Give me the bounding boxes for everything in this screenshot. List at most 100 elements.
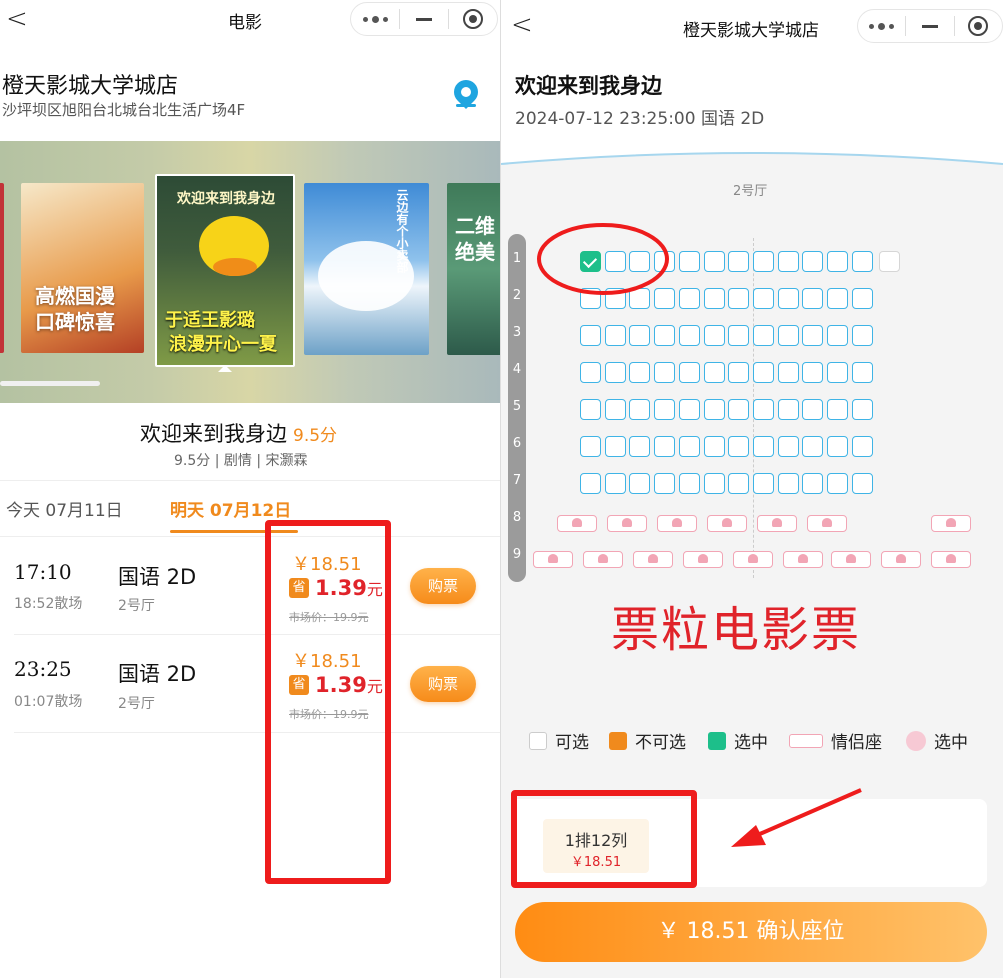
seat[interactable] (827, 436, 848, 457)
seat[interactable] (802, 362, 824, 383)
tab-today[interactable]: 今天 07月11日 (6, 496, 123, 521)
seat[interactable] (728, 473, 750, 494)
seat[interactable] (802, 473, 824, 494)
seat[interactable] (728, 325, 750, 346)
love-seat[interactable] (757, 515, 797, 532)
seat[interactable] (752, 399, 774, 420)
back-button[interactable]: < (6, 4, 28, 34)
seat[interactable] (604, 325, 626, 346)
seat[interactable] (654, 436, 676, 457)
seat[interactable] (678, 362, 700, 383)
love-seat[interactable] (881, 551, 921, 568)
seat[interactable] (752, 251, 774, 272)
seat[interactable] (851, 436, 873, 457)
seat[interactable] (678, 325, 700, 346)
seat[interactable] (777, 436, 799, 457)
seat[interactable] (827, 399, 848, 420)
seat[interactable] (703, 399, 725, 420)
seat[interactable] (851, 325, 873, 346)
love-seat[interactable] (931, 515, 971, 532)
seat[interactable] (604, 399, 626, 420)
seat[interactable] (851, 473, 873, 494)
seat[interactable] (777, 288, 799, 309)
seat[interactable] (777, 325, 799, 346)
movie-poster-carousel[interactable]: 高燃国漫 口碑惊喜 欢迎来到我身边 于适王影璐 浪漫开心一夏 云边有个小卖部 二… (0, 141, 500, 403)
seat[interactable] (629, 399, 651, 420)
seat[interactable] (802, 399, 824, 420)
seat[interactable] (851, 362, 873, 383)
love-seat[interactable] (533, 551, 573, 568)
seat[interactable] (827, 251, 848, 272)
seat[interactable] (802, 288, 824, 309)
seat[interactable] (827, 362, 848, 383)
seat[interactable] (752, 436, 774, 457)
seat[interactable] (654, 325, 676, 346)
poster-movie-4[interactable]: 二维 绝美 (447, 183, 500, 355)
seat[interactable] (879, 251, 901, 272)
seat[interactable] (604, 362, 626, 383)
seat[interactable] (777, 251, 799, 272)
seat[interactable] (580, 362, 601, 383)
poster-partial-left[interactable] (0, 183, 4, 353)
love-seat[interactable] (707, 515, 747, 532)
seat[interactable] (629, 436, 651, 457)
seat[interactable] (802, 436, 824, 457)
seat[interactable] (703, 362, 725, 383)
seat[interactable] (827, 325, 848, 346)
seat[interactable] (703, 436, 725, 457)
seat[interactable] (678, 436, 700, 457)
seat[interactable] (703, 251, 725, 272)
love-seat[interactable] (783, 551, 823, 568)
seat[interactable] (752, 362, 774, 383)
love-seat[interactable] (657, 515, 697, 532)
love-seat[interactable] (831, 551, 871, 568)
love-seat[interactable] (607, 515, 647, 532)
poster-movie-selected[interactable]: 欢迎来到我身边 于适王影璐 浪漫开心一夏 (155, 174, 295, 367)
poster-movie-3[interactable]: 云边有个小卖部 (304, 183, 429, 355)
seat[interactable] (802, 251, 824, 272)
seat[interactable] (728, 251, 750, 272)
love-seat[interactable] (931, 551, 971, 568)
tab-tomorrow[interactable]: 明天 07月12日 (170, 496, 291, 521)
seat[interactable] (678, 399, 700, 420)
poster-movie-1[interactable]: 高燃国漫 口碑惊喜 (21, 183, 144, 353)
seat[interactable] (580, 436, 601, 457)
love-seat[interactable] (733, 551, 773, 568)
minimize-icon[interactable] (400, 10, 448, 28)
love-seat[interactable] (583, 551, 623, 568)
seat[interactable] (777, 473, 799, 494)
seat[interactable] (629, 325, 651, 346)
seat[interactable] (580, 399, 601, 420)
seat[interactable] (728, 362, 750, 383)
seat[interactable] (629, 362, 651, 383)
seat[interactable] (678, 473, 700, 494)
love-seat[interactable] (807, 515, 847, 532)
close-target-icon[interactable] (449, 9, 497, 29)
more-icon[interactable] (351, 10, 399, 28)
more-icon[interactable] (858, 17, 905, 35)
confirm-seat-button[interactable]: ￥ 18.51 确认座位 (515, 902, 987, 962)
love-seat[interactable] (633, 551, 673, 568)
seat[interactable] (752, 473, 774, 494)
seat[interactable] (777, 399, 799, 420)
seat[interactable] (703, 325, 725, 346)
close-target-icon[interactable] (955, 16, 1002, 36)
seat[interactable] (604, 473, 626, 494)
seat[interactable] (827, 473, 848, 494)
seat[interactable] (654, 399, 676, 420)
seat[interactable] (580, 473, 601, 494)
seat[interactable] (629, 473, 651, 494)
seat[interactable] (678, 288, 700, 309)
seat[interactable] (827, 288, 848, 309)
seat[interactable] (604, 436, 626, 457)
buy-ticket-button[interactable]: 购票 (410, 568, 476, 604)
seat[interactable] (728, 436, 750, 457)
seat[interactable] (728, 288, 750, 309)
seat[interactable] (802, 325, 824, 346)
buy-ticket-button[interactable]: 购票 (410, 666, 476, 702)
minimize-icon[interactable] (906, 17, 953, 35)
seat[interactable] (777, 362, 799, 383)
seat[interactable] (703, 288, 725, 309)
seat[interactable] (728, 399, 750, 420)
carousel-scrollbar[interactable] (0, 381, 100, 386)
